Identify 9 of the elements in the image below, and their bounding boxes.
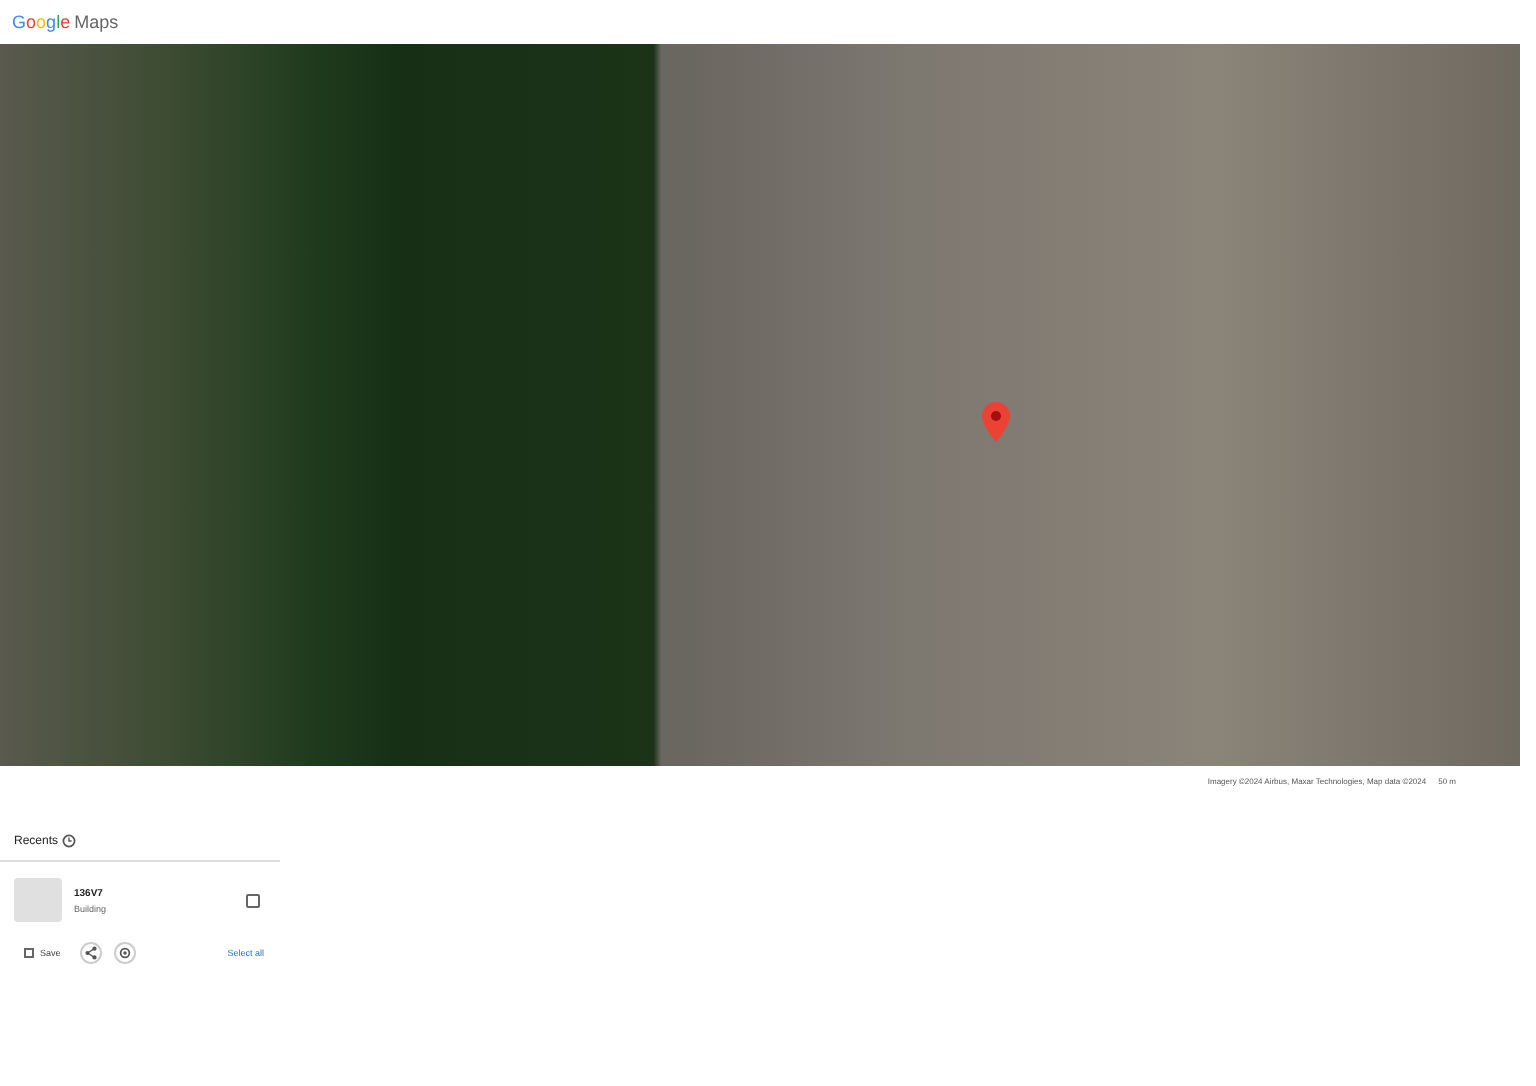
- building-thumbnail: [14, 878, 62, 922]
- locate-button[interactable]: [114, 942, 137, 964]
- google-logo[interactable]: Google: [12, 12, 71, 32]
- map-pin-icon: [982, 402, 1010, 442]
- checkbox[interactable]: [246, 893, 260, 907]
- satellite-map[interactable]: [0, 44, 1520, 766]
- clock-icon: [62, 834, 77, 848]
- product-name: Maps: [74, 12, 119, 32]
- share-button[interactable]: [80, 942, 103, 964]
